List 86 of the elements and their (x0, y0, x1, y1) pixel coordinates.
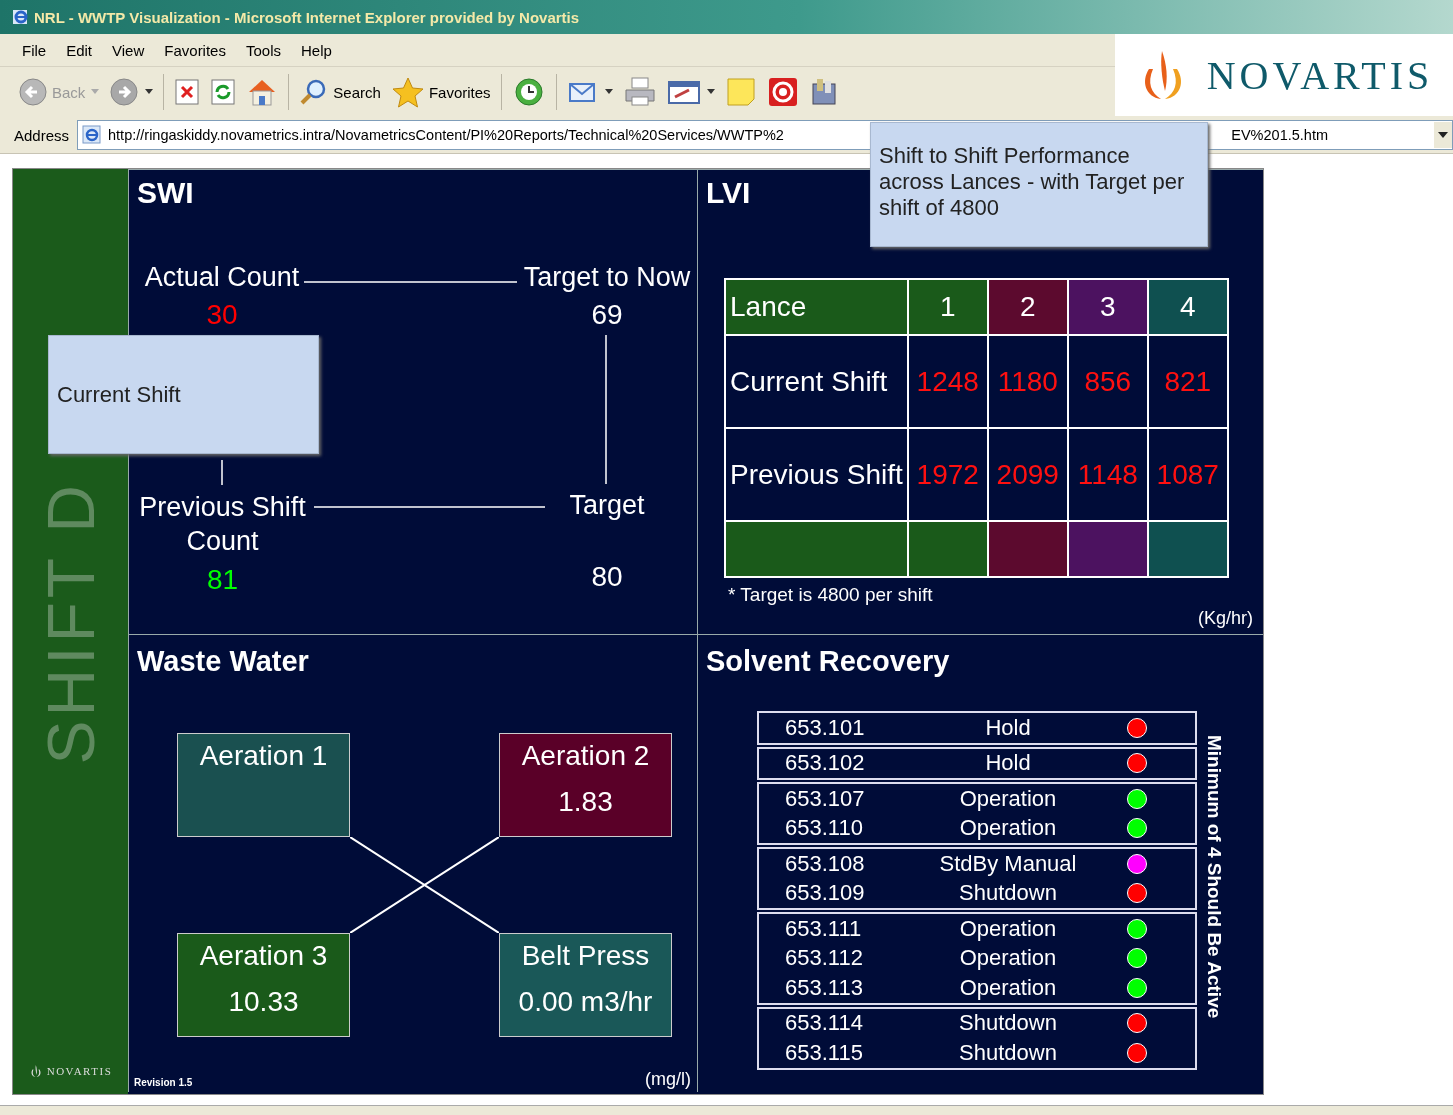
menu-item[interactable]: Edit (56, 39, 103, 61)
unit-name: Aeration 1 (199, 740, 328, 772)
caret-icon (706, 89, 715, 95)
refresh-icon (210, 78, 237, 106)
unit-status: StdBy Manual (938, 850, 1078, 877)
browser-icon (12, 8, 30, 26)
window-title: NRL - WWTP Visualization - Microsoft Internet Explorer provided by Novartis (34, 8, 580, 26)
table-cell: 856 (1067, 335, 1148, 428)
unit-status: Operation (958, 945, 1058, 972)
address-label: Address (14, 126, 70, 144)
panel-title: LVI (706, 176, 751, 210)
table-cell: 1248 (907, 335, 988, 428)
panel-title: SWI (137, 176, 194, 210)
unit-status: Shutdown (958, 880, 1058, 907)
unit-id: 653.112 (784, 945, 864, 972)
menu-item[interactable]: View (102, 39, 155, 61)
unit-id: 653.108 (784, 850, 866, 877)
unit-status: Operation (958, 815, 1058, 842)
unit-name: Belt Press (521, 940, 650, 972)
unit-value: 0.00 m3/hr (518, 986, 653, 1018)
url-text: http://ringaskiddy.novametrics.intra/NovametricsContent/PI%20Reports/Technical%20Services/WWTP%2 (108, 127, 784, 143)
unit-status: Operation (958, 785, 1058, 812)
unit-value: 10.33 (228, 986, 299, 1018)
unit-status: Operation (958, 915, 1058, 942)
unit-status: Hold (984, 714, 1032, 741)
metric-value: 80 (591, 561, 623, 593)
metric-value: 81 (206, 564, 239, 596)
footnote: * Target is 4800 per shift (728, 584, 933, 606)
unit-id: 653.111 (784, 915, 863, 942)
unit-status: Shutdown (958, 1039, 1058, 1066)
unit-status: Shutdown (958, 1010, 1058, 1037)
unit-id: 653.102 (784, 750, 866, 777)
unit-id: 653.110 (784, 815, 864, 842)
unit-id: 653.107 (784, 785, 866, 812)
metric-value: 30 (206, 299, 238, 331)
unit-id: 653.101 (784, 714, 866, 741)
brand-name: NOVARTIS (1206, 51, 1434, 99)
metric-label: Target to Now (523, 262, 691, 293)
caret-icon (145, 89, 154, 95)
note-icon (724, 76, 757, 108)
page-icon (82, 125, 103, 145)
unit-label: (Kg/hr) (1198, 608, 1253, 629)
column-header: 2 (987, 279, 1068, 335)
unit-status: Hold (984, 750, 1032, 777)
vertical-note: Minimum of 4 Should Be Active (1203, 734, 1225, 1021)
tooltip-text: Current Shift (57, 381, 181, 408)
metric-label: Actual Count (144, 262, 300, 293)
panel-title: Waste Water (137, 645, 309, 678)
target-icon (766, 76, 799, 108)
unit-name: Aeration 3 (199, 940, 328, 972)
revision-label: Revision 1.5 (134, 1077, 193, 1088)
dropdown-button[interactable] (1434, 122, 1452, 148)
brand-name: NOVARTIS (46, 1065, 113, 1077)
panel-title: Solvent Recovery (706, 645, 950, 678)
unit-name: Aeration 2 (521, 740, 650, 772)
favorites-button[interactable]: Favorites (386, 74, 495, 110)
printer-icon (622, 76, 657, 108)
metric-value: 69 (591, 299, 623, 331)
menu-item[interactable]: Help (291, 39, 342, 61)
table-cell: 821 (1147, 335, 1228, 428)
shift-label: SHIFT D (32, 480, 109, 764)
table-cell: 1180 (987, 335, 1068, 428)
column-header: 3 (1067, 279, 1148, 335)
url-text: EV%201.5.htm (1231, 127, 1328, 143)
column-header: Lance (725, 279, 908, 335)
unit-label: (mg/l) (645, 1069, 691, 1090)
column-header: 1 (907, 279, 988, 335)
search-button[interactable]: Search (295, 75, 385, 109)
caret-icon (1438, 132, 1448, 138)
unit-value: 1.83 (558, 786, 613, 818)
unit-id: 653.114 (784, 1010, 864, 1037)
star-icon (390, 76, 425, 108)
column-header: 4 (1147, 279, 1228, 335)
menu-item[interactable]: Tools (235, 39, 291, 61)
unit-id: 653.109 (784, 880, 866, 907)
stop-icon (174, 78, 201, 106)
caret-icon (604, 89, 613, 95)
metric-label: Previous Shift Count (138, 491, 307, 558)
metric-label: Target (569, 490, 645, 521)
unit-id: 653.113 (784, 974, 864, 1001)
unit-id: 653.115 (784, 1039, 864, 1066)
caret-icon (91, 89, 100, 95)
menu-item[interactable]: Favorites (154, 39, 236, 61)
row-header: Current Shift (725, 335, 908, 428)
menu-item[interactable]: File (12, 39, 57, 61)
unit-status: Operation (958, 974, 1058, 1001)
